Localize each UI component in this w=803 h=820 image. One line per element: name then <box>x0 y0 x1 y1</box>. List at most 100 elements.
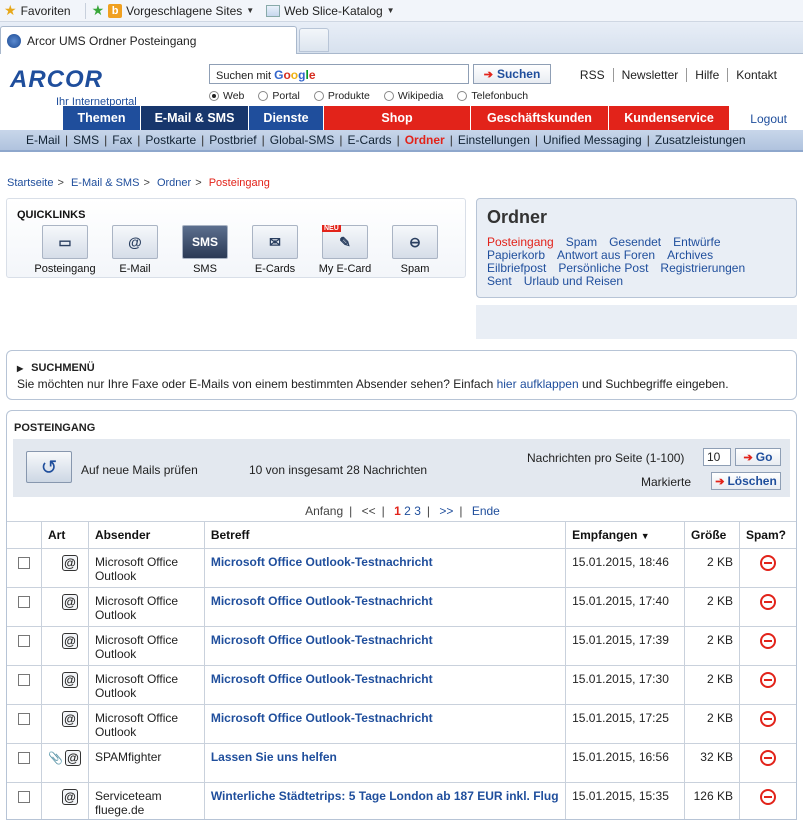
col-betreff[interactable]: Betreff <box>204 522 565 549</box>
row-checkbox[interactable] <box>18 713 30 725</box>
col-empfangen[interactable]: Empfangen ▼ <box>566 522 685 549</box>
per-page-input[interactable]: 10 <box>703 448 731 466</box>
nav-dienste[interactable]: Dienste <box>249 106 323 130</box>
folder-urlaub-und-reisen[interactable]: Urlaub und Reisen <box>524 274 623 288</box>
quicklink-email[interactable]: @E-Mail <box>103 225 167 275</box>
subnav-ecards[interactable]: E-Cards <box>348 133 392 147</box>
subnav-global-sms[interactable]: Global-SMS <box>270 133 335 147</box>
mark-spam-icon[interactable] <box>760 789 776 805</box>
subnav-zusatzleistungen[interactable]: Zusatzleistungen <box>655 133 746 147</box>
row-subject-link[interactable]: Winterliche Städtetrips: 5 Tage London a… <box>204 783 565 820</box>
subnav-unified-messaging[interactable]: Unified Messaging <box>543 133 642 147</box>
col-absender[interactable]: Absender <box>88 522 204 549</box>
col-art[interactable]: Art <box>41 522 88 549</box>
radio-telefonbuch[interactable]: Telefonbuch <box>457 90 528 102</box>
search-menu-toggle[interactable]: SUCHMENÜ <box>17 362 95 374</box>
folder-sent[interactable]: Sent <box>487 274 512 288</box>
arcor-logo[interactable]: ARCOR Ihr Internetportal <box>10 66 103 94</box>
mark-spam-icon[interactable] <box>760 750 776 766</box>
subnav-postkarte[interactable]: Postkarte <box>145 133 196 147</box>
folder-papierkorb[interactable]: Papierkorb <box>487 248 545 262</box>
row-checkbox[interactable] <box>18 596 30 608</box>
pager-page-3[interactable]: 3 <box>414 504 421 518</box>
subnav-sms[interactable]: SMS <box>73 133 99 147</box>
suggested-sites-link[interactable]: bVorgeschlagene Sites▼ <box>108 4 254 18</box>
nav-geschaeftskunden[interactable]: Geschäftskunden <box>471 106 608 130</box>
go-button[interactable]: ➔Go <box>735 448 781 466</box>
mail-row[interactable]: @Microsoft Office OutlookMicrosoft Offic… <box>7 627 797 666</box>
mail-row[interactable]: 📎@SPAMfighterLassen Sie uns helfen15.01.… <box>7 744 797 783</box>
mark-spam-icon[interactable] <box>760 633 776 649</box>
subnav-fax[interactable]: Fax <box>112 133 132 147</box>
pager-next[interactable]: >> <box>439 504 453 518</box>
row-checkbox[interactable] <box>18 557 30 569</box>
rss-link[interactable]: RSS <box>572 68 613 82</box>
row-subject-link[interactable]: Lassen Sie uns helfen <box>204 744 565 783</box>
expand-link[interactable]: hier aufklappen <box>497 377 579 391</box>
quicklink-sms[interactable]: SMSSMS <box>173 225 237 275</box>
web-slice-link[interactable]: Web Slice-Katalog▼ <box>266 4 394 18</box>
new-tab-button[interactable] <box>299 28 329 52</box>
newsletter-link[interactable]: Newsletter <box>613 68 687 82</box>
browser-tab[interactable]: Arcor UMS Ordner Posteingang <box>0 26 297 54</box>
radio-produkte[interactable]: Produkte <box>314 90 370 102</box>
mark-spam-icon[interactable] <box>760 672 776 688</box>
add-favorite-icon[interactable]: ★ <box>92 2 105 19</box>
row-checkbox[interactable] <box>18 791 30 803</box>
folder-antwort-aus-foren[interactable]: Antwort aus Foren <box>557 248 655 262</box>
mail-row[interactable]: @Microsoft Office OutlookMicrosoft Offic… <box>7 666 797 705</box>
row-subject-link[interactable]: Microsoft Office Outlook-Testnachricht <box>204 627 565 666</box>
folder-entwuerfe[interactable]: Entwürfe <box>673 235 720 249</box>
row-subject-link[interactable]: Microsoft Office Outlook-Testnachricht <box>204 705 565 744</box>
col-groesse[interactable]: Größe <box>685 522 740 549</box>
folder-persoenliche-post[interactable]: Persönliche Post <box>558 261 648 275</box>
delete-button[interactable]: ➔Löschen <box>711 472 781 490</box>
subnav-email[interactable]: E-Mail <box>26 133 60 147</box>
radio-wikipedia[interactable]: Wikipedia <box>384 90 444 102</box>
breadcrumb-ordner[interactable]: Ordner <box>157 177 191 189</box>
mark-spam-icon[interactable] <box>760 711 776 727</box>
quicklink-ecards[interactable]: ✉E-Cards <box>243 225 307 275</box>
folder-archives[interactable]: Archives <box>667 248 713 262</box>
favorites-button[interactable]: ★Favoriten <box>4 2 71 19</box>
mark-spam-icon[interactable] <box>760 594 776 610</box>
mail-row[interactable]: @Microsoft Office OutlookMicrosoft Offic… <box>7 705 797 744</box>
quicklink-my-ecard[interactable]: NEU✎My E-Card <box>313 225 377 275</box>
logout-link[interactable]: Logout <box>750 112 787 126</box>
quicklink-posteingang[interactable]: ▭Posteingang <box>33 225 97 275</box>
subnav-ordner[interactable]: Ordner <box>405 133 445 147</box>
nav-shop[interactable]: Shop <box>324 106 470 130</box>
breadcrumb-email-sms[interactable]: E-Mail & SMS <box>71 177 139 189</box>
row-checkbox[interactable] <box>18 674 30 686</box>
folder-posteingang[interactable]: Posteingang <box>487 235 554 249</box>
pager-last[interactable]: Ende <box>472 504 500 518</box>
pager-first[interactable]: Anfang <box>305 504 343 518</box>
nav-kundenservice[interactable]: Kundenservice <box>609 106 729 130</box>
search-input[interactable]: Suchen mit Google <box>209 64 469 84</box>
refresh-button[interactable]: ↺ <box>26 451 72 483</box>
row-checkbox[interactable] <box>18 752 30 764</box>
folder-spam[interactable]: Spam <box>566 235 597 249</box>
pager-page-2[interactable]: 2 <box>404 504 411 518</box>
hilfe-link[interactable]: Hilfe <box>686 68 727 82</box>
radio-portal[interactable]: Portal <box>258 90 299 102</box>
quicklink-spam[interactable]: ⊖Spam <box>383 225 447 275</box>
subnav-einstellungen[interactable]: Einstellungen <box>458 133 530 147</box>
kontakt-link[interactable]: Kontakt <box>727 68 785 82</box>
mail-row[interactable]: @Serviceteam fluege.deWinterliche Städte… <box>7 783 797 820</box>
radio-web[interactable]: Web <box>209 90 244 102</box>
breadcrumb-startseite[interactable]: Startseite <box>7 177 53 189</box>
folder-registrierungen[interactable]: Registrierungen <box>660 261 745 275</box>
nav-themen[interactable]: Themen <box>63 106 140 130</box>
subnav-postbrief[interactable]: Postbrief <box>209 133 256 147</box>
pager-prev[interactable]: << <box>362 504 376 518</box>
nav-email-sms[interactable]: E-Mail & SMS <box>141 106 248 130</box>
mail-row[interactable]: @Microsoft Office OutlookMicrosoft Offic… <box>7 588 797 627</box>
check-mail-label[interactable]: Auf neue Mails prüfen <box>81 463 198 477</box>
row-subject-link[interactable]: Microsoft Office Outlook-Testnachricht <box>204 666 565 705</box>
mark-spam-icon[interactable] <box>760 555 776 571</box>
folder-eilbriefpost[interactable]: Eilbriefpost <box>487 261 546 275</box>
row-subject-link[interactable]: Microsoft Office Outlook-Testnachricht <box>204 549 565 588</box>
mail-row[interactable]: @Microsoft Office OutlookMicrosoft Offic… <box>7 549 797 588</box>
search-button[interactable]: ➔Suchen <box>473 64 551 84</box>
